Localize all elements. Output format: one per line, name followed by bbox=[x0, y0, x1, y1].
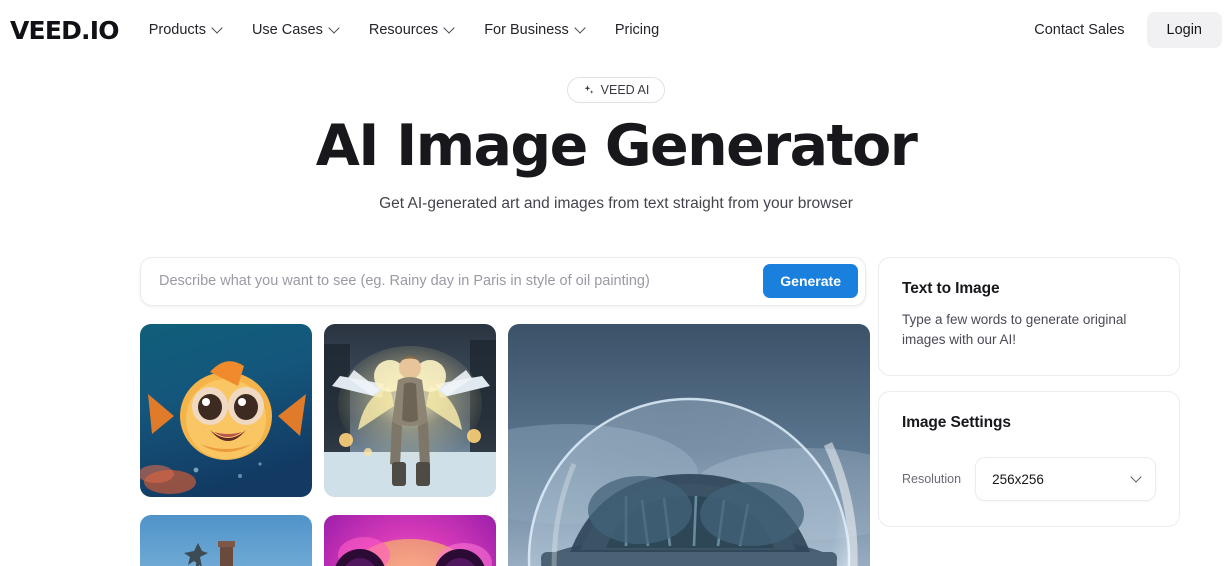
panel-title: Text to Image bbox=[902, 279, 1000, 297]
nav-item-use-cases[interactable]: Use Cases bbox=[252, 23, 339, 38]
nav-label: Products bbox=[148, 21, 206, 38]
site-header: VEED.IO Products Use Cases Resources For… bbox=[0, 0, 1232, 60]
settings-column: Text to Image Type a few words to genera… bbox=[878, 256, 1180, 528]
house-image bbox=[140, 514, 312, 566]
image-gallery bbox=[140, 323, 870, 566]
nav-label: Use Cases bbox=[251, 21, 323, 38]
nav-label: Pricing bbox=[614, 21, 660, 38]
text-to-image-panel: Text to Image Type a few words to genera… bbox=[878, 256, 1180, 377]
header-actions: Contact Sales Login bbox=[1012, 0, 1232, 60]
chevron-down-icon bbox=[330, 24, 339, 33]
veed-logo[interactable]: VEED.IO bbox=[10, 16, 149, 45]
main-navigation: Products Use Cases Resources For Busines… bbox=[149, 23, 659, 38]
hero-section: VEED AI AI Image Generator Get AI-genera… bbox=[0, 60, 1232, 213]
resolution-value: 256x256 bbox=[992, 471, 1044, 487]
login-button[interactable]: Login bbox=[1146, 12, 1222, 48]
generate-button[interactable]: Generate bbox=[763, 264, 858, 299]
gallery-thumbnail-warrior[interactable] bbox=[324, 323, 496, 497]
nav-item-pricing[interactable]: Pricing bbox=[615, 23, 659, 38]
page-title: AI Image Generator bbox=[315, 113, 918, 179]
resolution-label: Resolution bbox=[902, 472, 962, 487]
nav-label: Resources bbox=[368, 21, 439, 38]
sparkle-icon bbox=[584, 85, 594, 94]
chevron-down-icon bbox=[576, 24, 585, 33]
chevron-down-icon bbox=[1132, 473, 1141, 482]
nav-item-resources[interactable]: Resources bbox=[369, 23, 454, 38]
dome-image bbox=[508, 323, 870, 566]
prompt-bar: Generate bbox=[140, 256, 866, 306]
resolution-select[interactable]: 256x256 bbox=[975, 457, 1156, 502]
panda-image bbox=[324, 514, 496, 566]
nav-item-products[interactable]: Products bbox=[149, 23, 222, 38]
page-subtitle: Get AI-generated art and images from tex… bbox=[379, 194, 853, 212]
warrior-image bbox=[324, 323, 496, 497]
nav-label: For Business bbox=[484, 21, 569, 38]
resolution-setting-row: Resolution 256x256 bbox=[902, 457, 1156, 502]
badge-label: VEED AI bbox=[600, 83, 650, 97]
gallery-thumbnail-fish[interactable] bbox=[140, 323, 312, 497]
gallery-thumbnail-dome[interactable] bbox=[508, 323, 870, 566]
chevron-down-icon bbox=[213, 24, 222, 33]
nav-item-for-business[interactable]: For Business bbox=[484, 23, 585, 38]
image-settings-panel: Image Settings Resolution 256x256 bbox=[878, 391, 1180, 528]
panel-description: Type a few words to generate original im… bbox=[902, 311, 1127, 348]
contact-sales-link[interactable]: Contact Sales bbox=[1012, 22, 1146, 38]
main-content: Generate bbox=[0, 213, 1232, 566]
prompt-input[interactable] bbox=[159, 273, 764, 290]
panel-title: Image Settings bbox=[902, 414, 1011, 432]
gallery-thumbnail-house[interactable] bbox=[140, 514, 312, 566]
generator-column: Generate bbox=[140, 256, 870, 566]
chevron-down-icon bbox=[445, 24, 454, 33]
veed-ai-badge[interactable]: VEED AI bbox=[566, 77, 666, 103]
fish-image bbox=[140, 323, 312, 497]
gallery-thumbnail-panda[interactable] bbox=[324, 514, 496, 566]
